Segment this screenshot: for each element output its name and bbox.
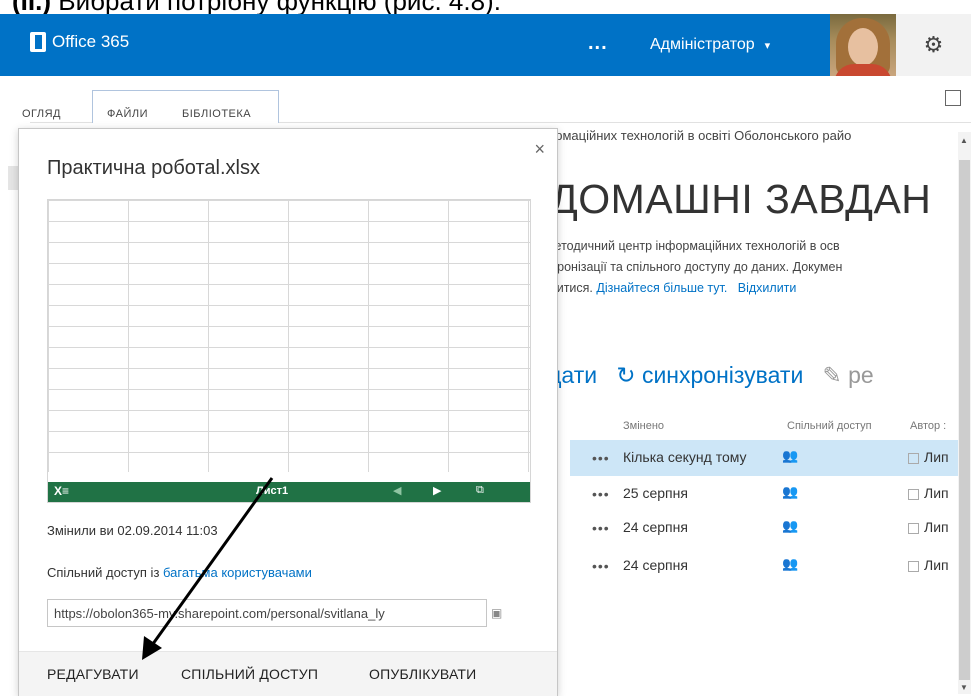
tab-files[interactable]: ФАЙЛИ	[107, 108, 148, 120]
table-row[interactable]: ••• 24 серпня 👥 Лип	[570, 510, 960, 546]
column-header-modified[interactable]: Змінено	[623, 420, 664, 432]
user-menu[interactable]: Адміністратор ▾	[650, 36, 770, 54]
row-modified: Кілька секунд тому	[623, 449, 747, 465]
table-row[interactable]: ••• 24 серпня 👥 Лип	[570, 548, 960, 584]
dismiss-link[interactable]: Відхилити	[738, 281, 797, 295]
sync-icon: ↻	[616, 362, 636, 388]
office365-brand[interactable]: Office 365	[30, 32, 129, 52]
site-breadcrumb[interactable]: ормаційних технологій в освіті Оболонськ…	[548, 128, 851, 143]
more-button[interactable]: ...	[588, 32, 608, 55]
edit-button[interactable]: ре	[848, 362, 874, 388]
shared-users-icon: 👥	[782, 518, 799, 533]
table-row[interactable]: ••• 25 серпня 👥 Лип	[570, 476, 960, 512]
column-header-sharing[interactable]: Спільний доступ	[787, 420, 872, 432]
settings-button[interactable]: ⚙	[896, 14, 971, 76]
row-menu-button[interactable]: •••	[592, 486, 610, 502]
ribbon: ОГЛЯД ФАЙЛИ БІБЛІОТЕКА	[0, 76, 971, 123]
column-header-author[interactable]: Автор :	[910, 420, 946, 432]
checkbox[interactable]	[908, 522, 919, 534]
edit-icon: ✎	[822, 362, 842, 388]
checkbox[interactable]	[908, 560, 919, 572]
shared-users-link[interactable]: багатьма користувачами	[163, 565, 312, 580]
row-author: Лип	[908, 485, 949, 501]
table-row[interactable]: ••• Кілька секунд тому 👥 Лип	[570, 440, 960, 476]
callout-actions: РЕДАГУВАТИ СПІЛЬНИЙ ДОСТУП ОПУБЛІКУВАТИ	[19, 651, 557, 696]
prev-sheet-icon[interactable]: ◀	[393, 484, 401, 497]
scroll-down-icon[interactable]: ▼	[960, 683, 968, 692]
tab-library[interactable]: БІБЛІОТЕКА	[182, 108, 251, 120]
row-modified: 24 серпня	[623, 557, 688, 573]
shared-users-icon: 👥	[782, 448, 799, 463]
edit-file-button[interactable]: РЕДАГУВАТИ	[47, 666, 139, 682]
library-actions: дати ↻ синхронізувати ✎ ре	[548, 362, 874, 389]
focus-mode-icon[interactable]	[945, 90, 961, 106]
row-modified: 25 серпня	[623, 485, 688, 501]
office-logo-icon	[30, 32, 46, 52]
spreadsheet-preview[interactable]: X≡ Лист1 ◀ ▶ ⧉	[47, 199, 531, 503]
row-author: Лип	[908, 519, 949, 535]
share-button[interactable]: СПІЛЬНИЙ ДОСТУП	[181, 666, 318, 682]
popout-icon[interactable]: ⧉	[476, 484, 484, 497]
brand-label: Office 365	[52, 32, 130, 51]
sync-button[interactable]: синхронізувати	[642, 362, 803, 388]
checkbox[interactable]	[908, 452, 919, 464]
sync-notice: Методичний центр інформаційних технологі…	[544, 236, 959, 299]
row-author: Лип	[908, 557, 949, 573]
notice-line: нхронізації та спільного доступу до дани…	[544, 260, 843, 274]
row-author: Лип	[908, 449, 949, 465]
learn-more-link[interactable]: Дізнайтеся більше тут.	[596, 281, 727, 295]
callout-pointer	[556, 444, 570, 472]
row-modified: 24 серпня	[623, 519, 688, 535]
shared-with-text: Спільний доступ із багатьма користувачам…	[47, 565, 312, 580]
preview-grid	[48, 200, 530, 472]
row-menu-button[interactable]: •••	[592, 450, 610, 466]
tab-overview[interactable]: ОГЛЯД	[22, 108, 61, 120]
shared-users-icon: 👥	[782, 556, 799, 571]
avatar[interactable]	[830, 14, 896, 76]
row-menu-button[interactable]: •••	[592, 558, 610, 574]
scroll-up-icon[interactable]: ▲	[960, 136, 968, 145]
shared-users-icon: 👥	[782, 484, 799, 499]
file-url-field[interactable]: https://obolon365-my.sharepoint.com/pers…	[47, 599, 487, 627]
user-name: Адміністратор	[650, 36, 755, 53]
file-callout: × Практична роботаl.xlsx X≡ Лист1 ◀ ▶ ⧉ …	[18, 128, 558, 696]
callout-filename[interactable]: Практична роботаl.xlsx	[47, 157, 260, 180]
gear-icon: ⚙	[923, 32, 944, 57]
page-scrollbar[interactable]: ▲ ▼	[958, 132, 971, 694]
next-sheet-icon[interactable]: ▶	[433, 484, 441, 497]
sheet-tab[interactable]: Лист1	[256, 485, 288, 497]
notice-line-3: ититися. Дізнайтеся більше тут. Відхилит…	[544, 281, 797, 295]
notice-line: Методичний центр інформаційних технологі…	[544, 239, 840, 253]
row-menu-button[interactable]: •••	[592, 520, 610, 536]
checkbox[interactable]	[908, 488, 919, 500]
page-title: ДОМАШНІ ЗАВДАН	[550, 176, 932, 222]
suite-bar: Office 365 ... Адміністратор ▾ ⚙	[0, 14, 971, 76]
changed-by-text: Змінили ви 02.09.2014 11:03	[47, 523, 218, 538]
excel-icon: X≡	[54, 484, 70, 498]
sheet-tab-bar: X≡ Лист1 ◀ ▶ ⧉	[48, 482, 530, 502]
chevron-down-icon: ▾	[764, 39, 771, 52]
close-icon[interactable]: ×	[534, 139, 545, 160]
copy-icon[interactable]: ▣	[491, 606, 502, 620]
publish-button[interactable]: ОПУБЛІКУВАТИ	[369, 666, 476, 682]
scroll-thumb[interactable]	[959, 160, 970, 680]
